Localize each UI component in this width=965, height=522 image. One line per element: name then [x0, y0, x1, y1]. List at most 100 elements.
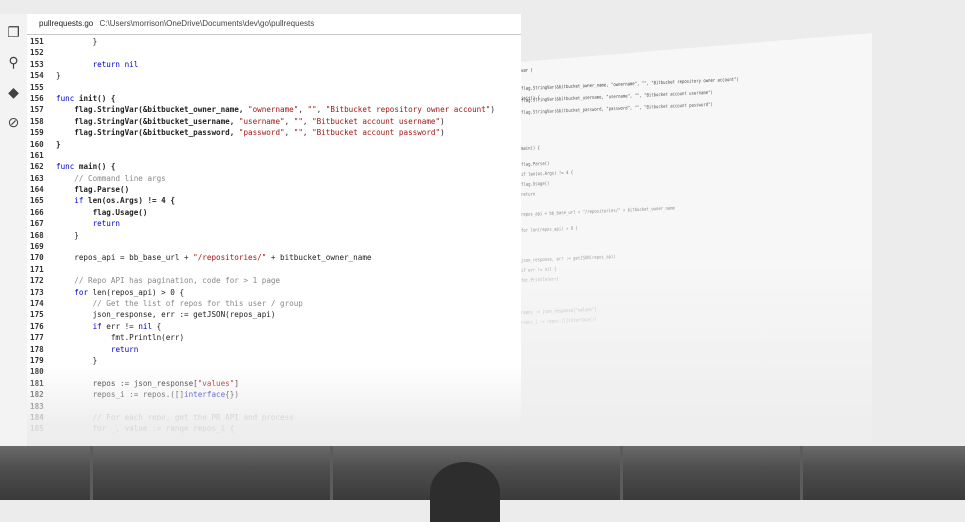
code-token: repos := json_response[ — [56, 378, 198, 388]
line-number: 178 — [30, 344, 44, 354]
line-number: 152 — [30, 48, 44, 58]
code-line[interactable]: 168 } — [27, 230, 521, 241]
code-text: return — [56, 218, 120, 229]
code-token: // Command line args — [74, 173, 166, 183]
line-number: 181 — [30, 378, 44, 388]
code-token: fmt.Println(err) — [56, 333, 185, 343]
code-token: , — [284, 128, 294, 138]
perspective-fade — [521, 33, 872, 446]
code-line[interactable]: 177 fmt.Println(err) — [27, 332, 521, 343]
code-line[interactable]: 158 flag.StringVar(&bitbucket_username, … — [27, 116, 521, 127]
code-token: // Repo API has pagination, code for > 1… — [74, 276, 281, 286]
background-photo — [0, 446, 965, 522]
search-icon[interactable]: ⚲ — [5, 54, 22, 71]
code-line[interactable]: 173 for len(repos_api) > 0 { — [27, 287, 521, 298]
code-text: // Get the list of repos for this user /… — [56, 298, 303, 309]
source-control-icon[interactable]: ◆ — [5, 84, 22, 101]
line-number: 171 — [30, 264, 44, 274]
code-line[interactable]: 179 } — [27, 355, 521, 366]
code-line[interactable]: 169 — [27, 241, 521, 252]
line-number: 183 — [30, 401, 44, 411]
code-token: repos_i := repos.([] — [56, 390, 185, 400]
code-line[interactable]: 155 — [27, 82, 521, 93]
code-text: // For each repo, get the PR API and pro… — [56, 412, 294, 423]
code-line[interactable]: 163 // Command line args — [27, 173, 521, 184]
code-token: ) — [490, 105, 495, 115]
code-line[interactable]: 161 — [27, 150, 521, 161]
code-token: err != — [101, 321, 139, 331]
code-token: func — [56, 162, 75, 172]
code-token: , — [284, 116, 294, 126]
perspective-code-panel: repos_i := repos.([]interface{})repos :=… — [521, 33, 872, 446]
code-line[interactable]: 175 json_response, err := getJSON(repos_… — [27, 309, 521, 320]
code-line[interactable]: 180 — [27, 366, 521, 377]
code-line[interactable]: 166 flag.Usage() — [27, 207, 521, 218]
code-line[interactable]: 170 repos_api = bb_base_url + "/reposito… — [27, 252, 521, 263]
explorer-icon[interactable]: ❐ — [5, 24, 22, 41]
code-text: flag.StringVar(&bitbucket_username, "use… — [56, 116, 444, 127]
line-number: 177 — [30, 333, 44, 343]
code-token: func — [56, 93, 75, 103]
code-editor[interactable]: pullrequests.go C:\Users\morrison\OneDri… — [27, 14, 521, 446]
line-number: 162 — [30, 162, 44, 172]
code-token: repos_api = bb_base_url + — [56, 253, 194, 263]
code-line[interactable]: 160} — [27, 139, 521, 150]
line-number: 167 — [30, 219, 44, 229]
code-line[interactable]: 182 repos_i := repos.([]interface{}) — [27, 389, 521, 400]
code-token: "values" — [197, 378, 235, 388]
code-line[interactable]: 176 if err != nil { — [27, 321, 521, 332]
editor-title-bar: pullrequests.go C:\Users\morrison\OneDri… — [27, 14, 521, 35]
line-number: 185 — [30, 424, 44, 434]
debug-icon[interactable]: ⊘ — [5, 114, 22, 131]
code-text: func init() { — [56, 93, 115, 104]
line-number: 176 — [30, 321, 44, 331]
code-line[interactable]: 174 // Get the list of repos for this us… — [27, 298, 521, 309]
code-text: } — [56, 36, 98, 47]
code-line[interactable]: 151 } — [27, 36, 521, 47]
line-number: 164 — [30, 185, 44, 195]
code-token: for _, value := range repos_i { — [56, 424, 235, 434]
code-line[interactable]: 185 for _, value := range repos_i { — [27, 423, 521, 434]
code-line[interactable]: 181 repos := json_response["values"] — [27, 378, 521, 389]
code-token: len(os.Args) != 4 { — [83, 196, 175, 206]
code-line[interactable]: 165 if len(os.Args) != 4 { — [27, 195, 521, 206]
code-text: repos := json_response["values"] — [56, 378, 239, 389]
code-text: } — [56, 230, 79, 241]
code-line[interactable]: 178 return — [27, 344, 521, 355]
code-line[interactable]: 162 func main() { — [27, 161, 521, 172]
code-token: "password" — [238, 128, 285, 138]
code-line[interactable]: 153 return nil — [27, 59, 521, 70]
line-number: 158 — [30, 116, 44, 126]
code-token: return — [92, 219, 121, 229]
code-text: repos_api = bb_base_url + "/repositories… — [56, 252, 371, 263]
code-line[interactable]: 183 — [27, 401, 521, 412]
code-line[interactable]: 159 flag.StringVar(&bitbucket_password, … — [27, 127, 521, 138]
code-area[interactable]: 151 } 152 153 return nil 154} 155 156 func ini… — [27, 35, 521, 435]
code-token: { — [152, 321, 162, 331]
code-line[interactable]: 157 flag.StringVar(&bitbucket_owner_name… — [27, 104, 521, 115]
line-number: 184 — [30, 412, 44, 422]
code-line[interactable]: 156 func init() { — [27, 93, 521, 104]
code-text: func main() { — [56, 161, 115, 172]
code-line[interactable]: 152 — [27, 47, 521, 58]
code-line[interactable]: 167 return — [27, 218, 521, 229]
code-token: return — [92, 59, 121, 69]
code-line[interactable]: 171 — [27, 264, 521, 275]
code-line[interactable]: 172 // Repo API has pagination, code for… — [27, 275, 521, 286]
line-number: 172 — [30, 276, 44, 286]
code-line[interactable]: 184 // For each repo, get the PR API and… — [27, 412, 521, 423]
code-token: "Bitbucket account username" — [312, 116, 441, 126]
code-line[interactable]: 164 flag.Parse() — [27, 184, 521, 195]
file-name: pullrequests.go — [39, 19, 94, 28]
code-text: flag.Parse() — [56, 184, 129, 195]
code-line[interactable]: 154} — [27, 70, 521, 81]
code-token: ) — [440, 128, 445, 138]
line-number: 182 — [30, 390, 44, 400]
line-number: 168 — [30, 230, 44, 240]
